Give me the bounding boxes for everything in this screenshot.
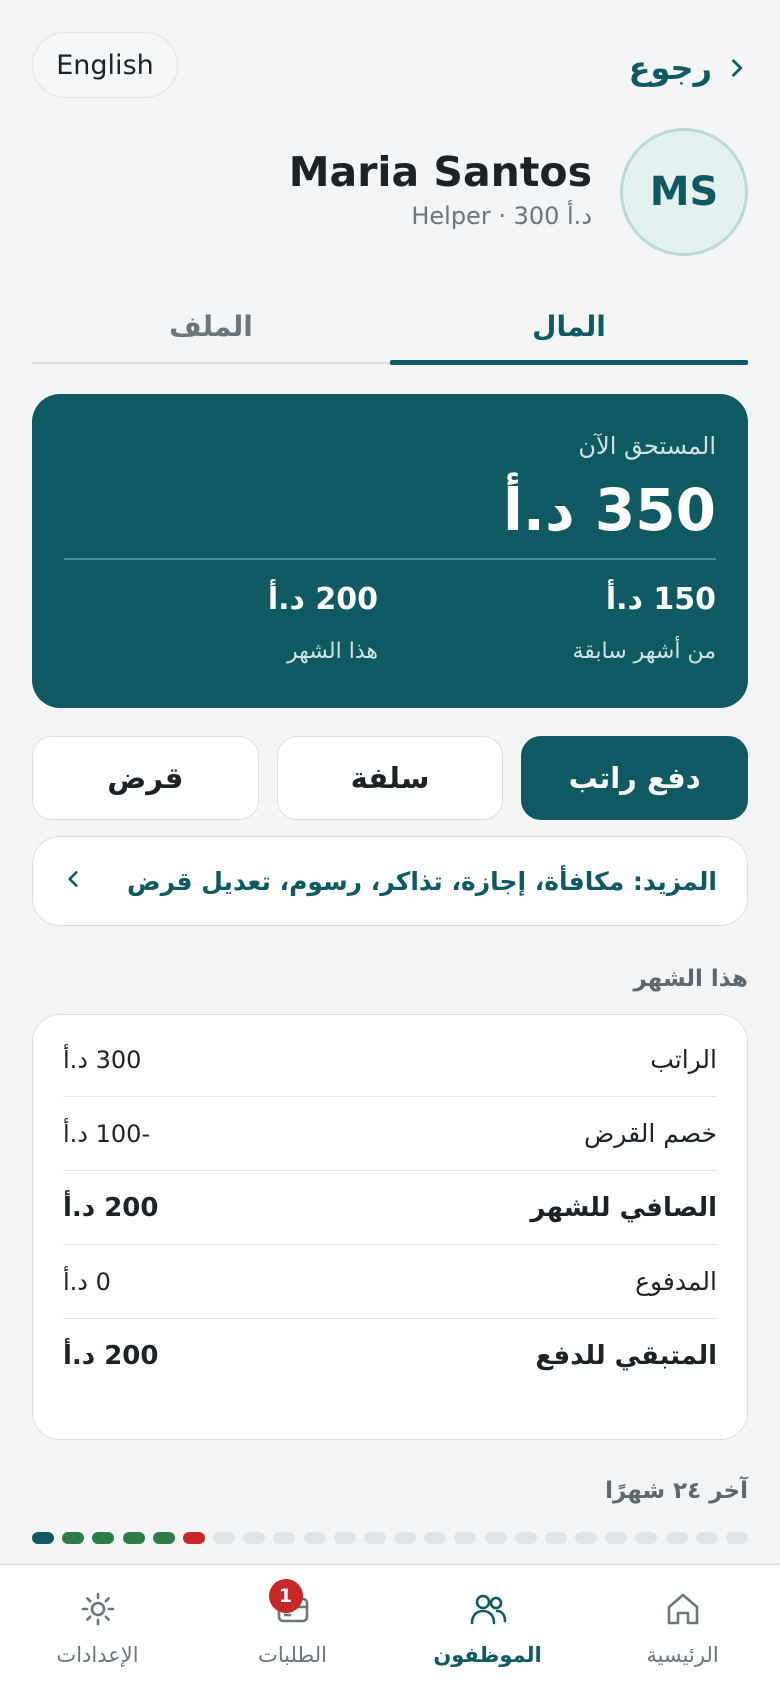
month-dot[interactable] <box>575 1532 598 1544</box>
home-icon <box>661 1587 705 1631</box>
month-dot[interactable] <box>544 1532 567 1544</box>
tab-money[interactable]: المال <box>390 290 748 365</box>
previous-months-label: من أشهر سابقة <box>572 639 716 664</box>
month-dot[interactable] <box>182 1532 205 1544</box>
month-dot[interactable] <box>32 1532 54 1544</box>
month-dot[interactable] <box>92 1532 115 1544</box>
this-month-label: هذا الشهر <box>287 639 378 664</box>
nav-label: الرئيسية <box>646 1643 719 1667</box>
more-options-label: المزيد: مكافأة، إجازة، تذاكر، رسوم، تعدي… <box>126 866 717 896</box>
people-icon <box>466 1587 510 1631</box>
employee-money-screen: English رجوع MS Maria Santos Helper · 30… <box>0 0 780 1688</box>
due-now-amount: 350 د.أ <box>503 476 716 544</box>
notification-badge: 1 <box>268 1579 303 1613</box>
row-value: 300 د.أ <box>63 1045 142 1074</box>
more-options-row[interactable]: المزيد: مكافأة، إجازة، تذاكر، رسوم، تعدي… <box>32 836 748 926</box>
row-label: خصم القرض <box>584 1119 717 1148</box>
row-value: 200 د.أ <box>63 1192 159 1223</box>
settings-icon <box>76 1587 120 1631</box>
loan-button[interactable]: قرض <box>31 736 259 820</box>
row-value: 200 د.أ <box>63 1341 159 1371</box>
breakdown-row-remaining: المتبقي للدفع 200 د.أ <box>63 1319 717 1393</box>
action-buttons: دفع راتب سلفة قرض <box>31 736 748 820</box>
month-dot[interactable] <box>62 1532 85 1544</box>
previous-months-summary: 150 د.أ من أشهر سابقة <box>572 582 716 664</box>
row-label: المدفوع <box>635 1267 717 1296</box>
month-dot[interactable] <box>424 1532 447 1544</box>
nav-home[interactable]: الرئيسية <box>585 1565 780 1688</box>
chevron-right-icon <box>726 49 748 87</box>
month-dot[interactable] <box>725 1532 748 1544</box>
month-dot[interactable] <box>454 1532 477 1544</box>
nav-settings[interactable]: الإعدادات <box>0 1565 195 1688</box>
employee-name: Maria Santos <box>288 148 592 196</box>
month-dot[interactable] <box>273 1532 296 1544</box>
month-dot[interactable] <box>695 1532 718 1544</box>
breakdown-row-loan-deduction: خصم القرض -100 د.أ <box>63 1097 717 1171</box>
previous-months-amount: 150 د.أ <box>605 582 716 617</box>
month-history-strip <box>32 1532 748 1546</box>
employee-role-salary: Helper · 300 د.أ <box>411 202 592 230</box>
month-dot[interactable] <box>605 1532 628 1544</box>
this-month-breakdown: الراتب 300 د.أ خصم القرض -100 د.أ الصافي… <box>32 1014 748 1440</box>
avatar: MS <box>620 128 748 256</box>
nav-label: الطلبات <box>258 1643 327 1667</box>
month-dot[interactable] <box>243 1532 266 1544</box>
breakdown-row-net: الصافي للشهر 200 د.أ <box>63 1171 717 1245</box>
this-month-amount: 200 د.أ <box>267 582 378 617</box>
history-section-title: آخر ٢٤ شهرًا <box>605 1478 748 1504</box>
month-dot[interactable] <box>665 1532 688 1544</box>
due-now-label: المستحق الآن <box>578 432 716 460</box>
bottom-navigation: الرئيسية الموظفون 1 الطلبات الإعدادات <box>0 1564 780 1688</box>
month-dot[interactable] <box>394 1532 417 1544</box>
tab-bar: المال الملف <box>32 290 748 365</box>
month-dot[interactable] <box>484 1532 507 1544</box>
month-dot[interactable] <box>152 1532 175 1544</box>
row-value: 0 د.أ <box>63 1267 111 1296</box>
balance-card: المستحق الآن 350 د.أ 150 د.أ من أشهر ساب… <box>32 394 748 708</box>
month-dot[interactable] <box>363 1532 386 1544</box>
nav-requests[interactable]: 1 الطلبات <box>195 1565 390 1688</box>
row-label: الراتب <box>650 1045 717 1074</box>
language-toggle-button[interactable]: English <box>32 32 178 98</box>
nav-employees[interactable]: الموظفون <box>390 1565 585 1688</box>
month-dot[interactable] <box>635 1532 658 1544</box>
this-month-summary: 200 د.أ هذا الشهر <box>268 582 378 664</box>
pay-salary-button[interactable]: دفع راتب <box>521 736 748 820</box>
nav-label: الإعدادات <box>56 1643 139 1667</box>
tab-profile[interactable]: الملف <box>32 290 390 362</box>
month-dot[interactable] <box>333 1532 356 1544</box>
breakdown-row-paid: المدفوع 0 د.أ <box>63 1245 717 1319</box>
month-dot[interactable] <box>122 1532 145 1544</box>
chevron-left-icon <box>63 869 83 893</box>
month-dot[interactable] <box>303 1532 326 1544</box>
breakdown-row-salary: الراتب 300 د.أ <box>63 1023 717 1097</box>
month-dot[interactable] <box>514 1532 537 1544</box>
back-label: رجوع <box>628 49 712 87</box>
row-value: -100 د.أ <box>63 1119 151 1148</box>
row-label: الصافي للشهر <box>530 1192 717 1223</box>
advance-button[interactable]: سلفة <box>276 736 504 820</box>
row-label: المتبقي للدفع <box>535 1341 717 1371</box>
back-button[interactable]: رجوع <box>629 40 748 96</box>
month-dot[interactable] <box>213 1532 236 1544</box>
card-icon: 1 <box>268 1579 315 1631</box>
divider <box>64 558 716 560</box>
this-month-section-title: هذا الشهر <box>633 966 748 992</box>
nav-label: الموظفون <box>433 1643 542 1667</box>
